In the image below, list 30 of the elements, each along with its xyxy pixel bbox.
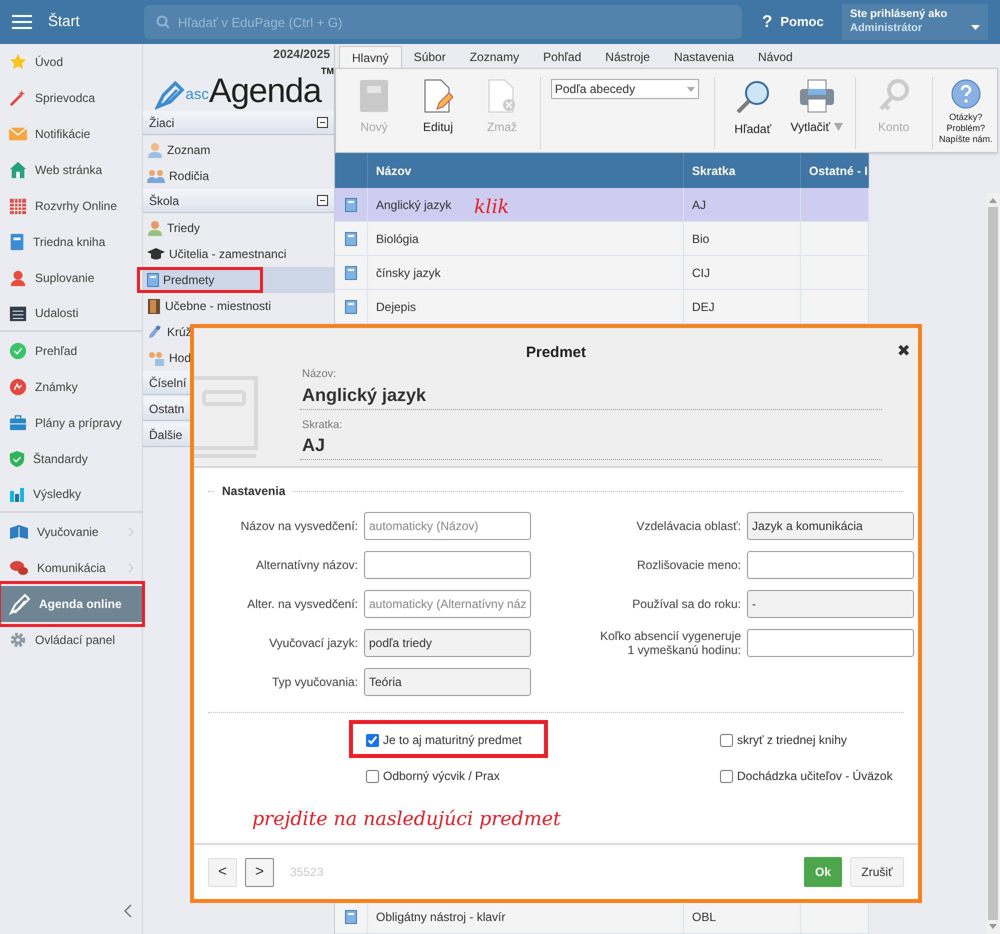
field-label: Typ vyučovania:	[270, 675, 358, 689]
field-label: Koľko absencií vygeneruje 1 vymeškanú hodinu:	[599, 629, 741, 657]
user-name: Administrátor	[850, 21, 922, 35]
table-cell: CIJ	[684, 256, 801, 289]
annotation-text: prejdite na nasledujúci predmet	[252, 807, 562, 832]
table-cell: AJ	[684, 188, 801, 221]
field-label: Názov:	[302, 367, 338, 382]
field-label: Vzdelávacia oblasť:	[635, 519, 741, 533]
user-caption: Ste prihlásený ako	[850, 7, 948, 21]
name-value: Anglický jazyk	[302, 384, 428, 406]
table-cell: čínsky jazyk	[368, 256, 684, 289]
table-cell: Dejepis	[368, 290, 684, 323]
school-year: 2024/2025	[272, 46, 331, 61]
table-cell: Bio	[684, 222, 801, 255]
field-label: Rozlišovacie meno:	[636, 558, 741, 572]
logo-prefix: asc	[186, 84, 209, 104]
table-cell: Biológia	[368, 222, 684, 255]
table-cell: DEJ	[684, 290, 801, 323]
field-label: Alternatívny názov:	[254, 558, 358, 572]
field-label: Používal sa do roku:	[631, 597, 741, 611]
field-label: Alter. na vysvedčení:	[246, 597, 358, 611]
field-label: Vyučovací jazyk:	[268, 636, 358, 650]
section-legend: Nastavenia	[222, 482, 286, 500]
field-label: Skratka:	[302, 418, 344, 432]
annotation-text: klik	[474, 195, 510, 220]
trademark: TM	[321, 65, 334, 77]
dialog-title: Predmet	[526, 343, 586, 363]
logo-text: Agenda	[208, 72, 321, 111]
field-label: Názov na vysvedčení:	[240, 519, 358, 533]
abbreviation-value: AJ	[302, 434, 326, 457]
